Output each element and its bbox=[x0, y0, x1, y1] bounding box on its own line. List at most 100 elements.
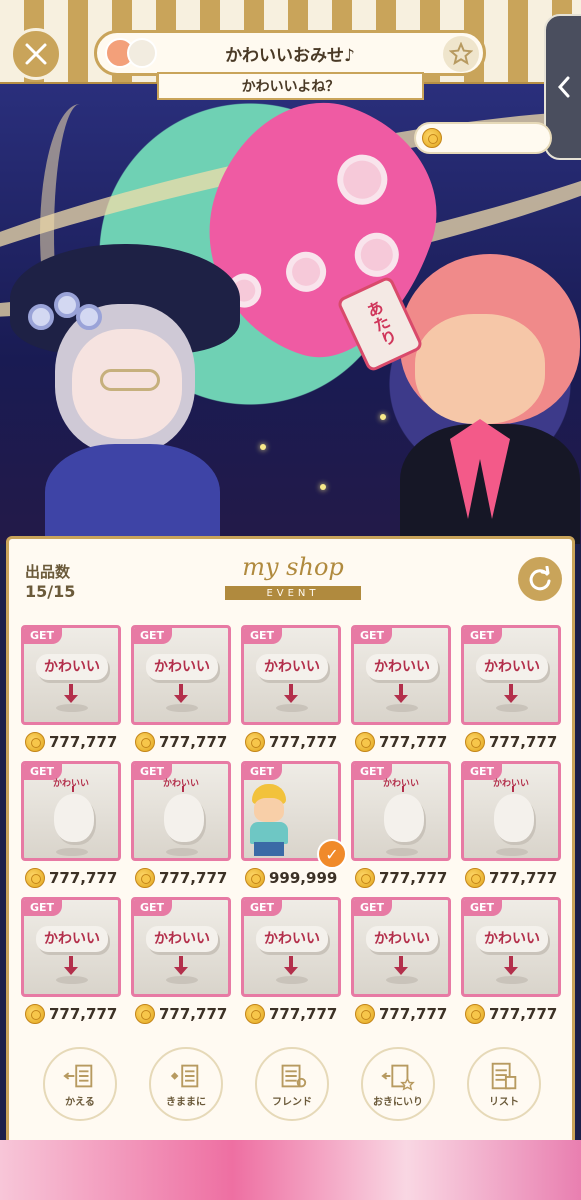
item-small-label: かわいい bbox=[492, 779, 529, 789]
item-sign-text: かわいい bbox=[146, 926, 218, 952]
shop-panel: 出品数 15/15 my shop EVENT GET かわいい 777,777 bbox=[6, 536, 575, 1148]
nav-button-list[interactable]: リスト bbox=[467, 1047, 541, 1121]
get-badge: GET bbox=[244, 764, 283, 780]
shop-item[interactable]: GET かわいい 777,777 bbox=[351, 625, 451, 757]
shop-item[interactable]: GET かわいい 777,777 bbox=[351, 761, 451, 893]
shop-item[interactable]: GET かわいい 777,777 bbox=[131, 897, 231, 1029]
character-item-icon bbox=[246, 784, 290, 856]
coin-icon bbox=[245, 732, 265, 752]
close-button[interactable] bbox=[10, 28, 62, 80]
item-tile: GET かわいい bbox=[351, 625, 451, 725]
refresh-button[interactable] bbox=[518, 557, 562, 601]
shop-item[interactable]: GET かわいい 777,777 bbox=[461, 761, 561, 893]
stand-base bbox=[56, 704, 88, 712]
item-price-value: 777,777 bbox=[49, 1005, 118, 1023]
item-sign-text: かわいい bbox=[366, 654, 438, 680]
arrow-down-icon bbox=[174, 956, 188, 975]
shop-item[interactable]: GET かわいい 777,777 bbox=[461, 625, 561, 757]
item-price: 777,777 bbox=[135, 731, 227, 753]
item-price: 777,777 bbox=[355, 1003, 447, 1025]
item-tile: GET かわいい bbox=[131, 625, 231, 725]
shop-item[interactable]: GET かわいい 777,777 bbox=[131, 625, 231, 757]
item-price-value: 999,999 bbox=[269, 869, 338, 887]
item-price-value: 777,777 bbox=[269, 733, 338, 751]
item-sign-text: かわいい bbox=[36, 926, 108, 952]
logo-text: my shop bbox=[242, 553, 344, 581]
item-sign-text: かわいい bbox=[36, 654, 108, 680]
coin-icon bbox=[355, 1004, 375, 1024]
item-price: 999,999 bbox=[245, 867, 337, 889]
change-icon bbox=[63, 1064, 93, 1087]
item-sign-text: かわいい bbox=[256, 926, 328, 952]
coin-icon bbox=[25, 868, 45, 888]
coin-icon bbox=[465, 732, 485, 752]
item-price: 777,777 bbox=[465, 1003, 557, 1025]
coin-icon bbox=[245, 868, 265, 888]
get-badge: GET bbox=[24, 900, 63, 916]
star-icon bbox=[449, 42, 473, 66]
stand-base bbox=[496, 848, 528, 856]
shop-item[interactable]: GET かわいい 777,777 bbox=[21, 761, 121, 893]
shop-item[interactable]: GET かわいい 777,777 bbox=[21, 897, 121, 1029]
item-price: 777,777 bbox=[465, 731, 557, 753]
nav-button-change[interactable]: かえる bbox=[43, 1047, 117, 1121]
item-price-value: 777,777 bbox=[489, 733, 558, 751]
item-grid: GET かわいい 777,777 GET かわいい 777,777 GET かわ… bbox=[21, 625, 565, 1029]
arrow-down-icon bbox=[284, 684, 298, 703]
shop-item[interactable]: GET かわいい 777,777 bbox=[241, 625, 341, 757]
logo-subtext: EVENT bbox=[225, 586, 361, 600]
item-small-label: かわいい bbox=[52, 779, 89, 789]
shop-subtitle: かわいいよね？ bbox=[157, 72, 424, 100]
item-tile: GET かわいい bbox=[131, 761, 231, 861]
nav-button-favorite[interactable]: おきにいり bbox=[361, 1047, 435, 1121]
favorite-icon bbox=[381, 1064, 415, 1091]
favorite-star-button[interactable] bbox=[443, 36, 479, 72]
shop-item[interactable]: GET ✓ 999,999 bbox=[241, 761, 347, 893]
item-tile: GET かわいい bbox=[21, 897, 121, 997]
arrow-down-icon bbox=[284, 956, 298, 975]
shop-title-bar: かわいいおみせ♪ bbox=[94, 30, 486, 76]
item-small-label: かわいい bbox=[162, 779, 199, 789]
mannequin-head-icon bbox=[164, 794, 204, 842]
nav-button-friend[interactable]: フレンド bbox=[255, 1047, 329, 1121]
item-price: 777,777 bbox=[245, 1003, 337, 1025]
stand-base bbox=[166, 976, 198, 984]
coin-icon bbox=[135, 868, 155, 888]
coin-icon bbox=[355, 732, 375, 752]
shop-item[interactable]: GET かわいい 777,777 bbox=[351, 897, 451, 1029]
shop-item[interactable]: GET かわいい 777,777 bbox=[131, 761, 231, 893]
item-price: 777,777 bbox=[135, 1003, 227, 1025]
item-tile: GET かわいい bbox=[241, 897, 341, 997]
item-price-value: 777,777 bbox=[489, 869, 558, 887]
nav-button-shuffle[interactable]: きままに bbox=[149, 1047, 223, 1121]
refresh-icon bbox=[529, 566, 551, 591]
shop-item[interactable]: GET かわいい 777,777 bbox=[241, 897, 341, 1029]
stand-base bbox=[276, 704, 308, 712]
friend-icon bbox=[281, 1064, 307, 1087]
coin-icon bbox=[25, 1004, 45, 1024]
item-price: 777,777 bbox=[25, 1003, 117, 1025]
item-tile: GET かわいい bbox=[131, 897, 231, 997]
item-price-value: 777,777 bbox=[379, 733, 448, 751]
item-sign-text: かわいい bbox=[146, 654, 218, 680]
mannequin-head-icon bbox=[384, 794, 424, 842]
coin-icon bbox=[465, 1004, 485, 1024]
shop-item[interactable]: GET かわいい 777,777 bbox=[21, 625, 121, 757]
coin-icon bbox=[355, 868, 375, 888]
coin-icon bbox=[422, 128, 442, 148]
page-title: かわいいおみせ♪ bbox=[225, 45, 355, 66]
nav-button-label: おきにいり bbox=[373, 1096, 423, 1108]
nav-button-label: かえる bbox=[65, 1096, 95, 1108]
item-tile: GET かわいい bbox=[461, 761, 561, 861]
shop-item[interactable]: GET かわいい 777,777 bbox=[461, 897, 561, 1029]
get-badge: GET bbox=[464, 628, 503, 644]
listing-count-label: 出品数 bbox=[25, 563, 71, 581]
arrow-down-icon bbox=[504, 956, 518, 975]
arrow-down-icon bbox=[512, 786, 514, 792]
stand-base bbox=[56, 848, 88, 856]
get-badge: GET bbox=[24, 628, 63, 644]
item-price-value: 777,777 bbox=[379, 1005, 448, 1023]
bottom-decoration bbox=[0, 1140, 581, 1200]
mannequin-head-icon bbox=[54, 794, 94, 842]
item-price: 777,777 bbox=[355, 731, 447, 753]
